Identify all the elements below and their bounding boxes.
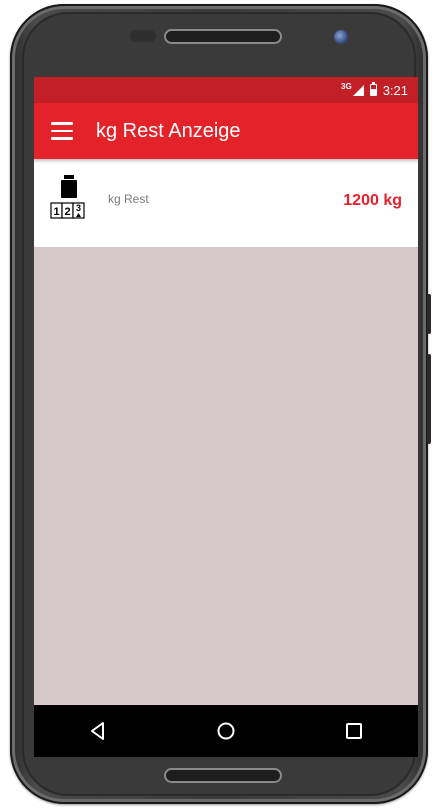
network-type: 3G (341, 81, 352, 91)
kg-rest-card[interactable]: 1 2 3 kg Rest 1200 kg (34, 159, 418, 247)
kg-rest-label: kg Rest (108, 192, 149, 206)
sensor (130, 30, 156, 42)
app-bar: kg Rest Anzeige (34, 103, 418, 159)
recents-square-icon[interactable] (334, 711, 374, 751)
navigation-bar (34, 705, 418, 757)
hamburger-menu-icon[interactable] (34, 103, 90, 159)
status-time: 3:21 (382, 82, 408, 98)
kg-rest-value: 1200 kg (343, 192, 402, 209)
front-camera (334, 30, 348, 44)
power-button (427, 354, 431, 444)
volume-button (427, 294, 431, 334)
battery-icon (369, 82, 377, 96)
weight-counter-icon: 1 2 3 (50, 175, 85, 219)
app-title: kg Rest Anzeige (96, 119, 241, 142)
home-circle-icon[interactable] (206, 711, 246, 751)
screen: 3G 3:21 kg Rest Anzeige 1 2 3 kg Rest 12… (34, 77, 418, 757)
back-triangle-icon[interactable] (78, 711, 118, 751)
bottom-speaker (164, 768, 282, 783)
icon-digit-1: 1 (53, 206, 59, 218)
icon-digit-3: 3 (76, 203, 81, 213)
icon-digit-2: 2 (64, 206, 70, 218)
signal-icon: 3G (341, 81, 364, 96)
top-speaker (164, 29, 282, 44)
status-bar: 3G 3:21 (34, 77, 418, 103)
